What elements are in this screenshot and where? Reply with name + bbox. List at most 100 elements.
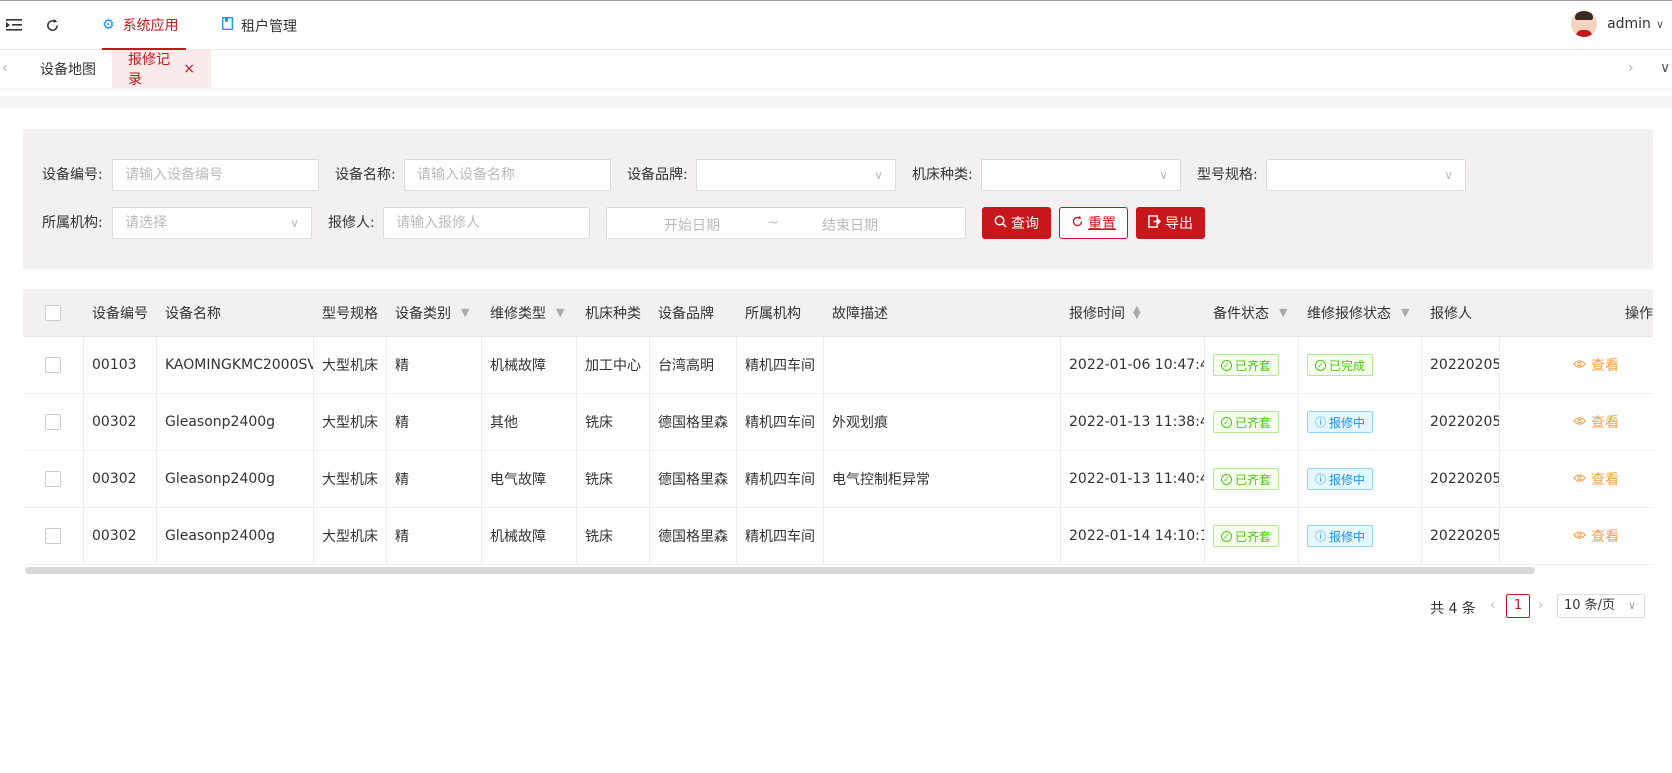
cell-actions: 查看 bbox=[1500, 394, 1653, 450]
tag-device-map[interactable]: 设备地图 bbox=[24, 50, 112, 88]
view-button[interactable]: 查看 bbox=[1573, 526, 1619, 546]
cell-time-text: 2022-01-14 14:10:10 bbox=[1069, 528, 1205, 544]
col-label: 设备品牌 bbox=[658, 305, 714, 322]
cell-machine-type: 铣床 bbox=[577, 508, 650, 564]
badge-label: 已完成 bbox=[1329, 358, 1366, 373]
search-icon bbox=[994, 215, 1007, 232]
date-range-picker[interactable]: 开始日期 ~ 结束日期 bbox=[606, 207, 966, 239]
cell-time: 2022-01-14 14:10:10 bbox=[1061, 508, 1205, 564]
cell-repair-type-text: 机械故障 bbox=[490, 529, 546, 545]
cell-org: 精机四车间 bbox=[737, 451, 824, 507]
cell-device-no: 00103 bbox=[84, 337, 157, 393]
page-number-current[interactable]: 1 bbox=[1506, 594, 1530, 618]
filter-icon[interactable]: ▼ bbox=[1279, 306, 1287, 319]
start-date-placeholder[interactable]: 开始日期 bbox=[664, 215, 720, 235]
cell-device-name: Gleasonp2400g bbox=[157, 451, 314, 507]
query-label: 查询 bbox=[1011, 216, 1039, 232]
horizontal-scrollbar[interactable] bbox=[25, 567, 1535, 574]
device-name-input[interactable]: 请输入设备名称 bbox=[404, 159, 611, 191]
nav-tab-system-apps[interactable]: ⚙ 系统应用 bbox=[102, 1, 186, 50]
cell-repair-status: ⓘ 报修中 bbox=[1299, 394, 1422, 450]
repair-status-badge: ⓘ 报修中 bbox=[1307, 411, 1374, 433]
tag-repair-records[interactable]: 报修记录 × bbox=[112, 50, 211, 88]
cell-device-no-text: 00302 bbox=[92, 471, 137, 487]
row-select-cell bbox=[23, 394, 84, 450]
cell-machine-type-text: 铣床 bbox=[585, 472, 613, 488]
export-label: 导出 bbox=[1165, 216, 1193, 232]
row-checkbox[interactable] bbox=[45, 471, 61, 487]
cell-machine-type-text: 加工中心 bbox=[585, 358, 641, 374]
row-checkbox[interactable] bbox=[45, 528, 61, 544]
eye-icon bbox=[1573, 472, 1586, 487]
query-button[interactable]: 查询 bbox=[982, 207, 1051, 239]
cell-time: 2022-01-13 11:40:46 bbox=[1061, 451, 1205, 507]
cell-reporter-text: 20220205 bbox=[1430, 528, 1500, 544]
cell-parts-status: ✓ 已齐套 bbox=[1205, 508, 1299, 564]
cell-brand-text: 台湾高明 bbox=[658, 358, 714, 374]
cell-repair-type: 机械故障 bbox=[482, 508, 577, 564]
eye-icon bbox=[1573, 358, 1586, 373]
chevron-right-icon[interactable]: › bbox=[1538, 598, 1543, 613]
nav-tab-tenant-management[interactable]: 租户管理 bbox=[222, 1, 297, 50]
brand-select[interactable]: ∨ bbox=[696, 159, 896, 191]
col-machine-type: 机床种类 bbox=[577, 289, 650, 336]
refresh-icon[interactable] bbox=[42, 15, 62, 35]
col-label: 备件状态 bbox=[1213, 305, 1269, 322]
cell-org-text: 精机四车间 bbox=[745, 472, 815, 488]
cell-repair-status: ✓ 已完成 bbox=[1299, 337, 1422, 393]
cell-device-name-text: Gleasonp2400g bbox=[165, 528, 276, 544]
cell-model-text: 大型机床 bbox=[322, 415, 378, 431]
col-label: 型号规格 bbox=[322, 305, 378, 322]
row-checkbox[interactable] bbox=[45, 357, 61, 373]
filter-icon[interactable]: ▼ bbox=[556, 306, 564, 319]
menu-fold-icon[interactable] bbox=[4, 15, 24, 35]
sort-icon[interactable]: ▲ ▼ bbox=[1133, 304, 1141, 320]
cell-model-text: 大型机床 bbox=[322, 529, 378, 545]
page-size-select[interactable]: 10 条/页 ∨ bbox=[1557, 594, 1645, 618]
info-circle-icon: ⓘ bbox=[1315, 416, 1326, 429]
filter-icon[interactable]: ▼ bbox=[1401, 306, 1409, 319]
chevron-left-icon[interactable]: ‹ bbox=[2, 60, 8, 76]
chevron-down-icon[interactable]: ∨ bbox=[1660, 60, 1670, 76]
cell-repair-type-text: 机械故障 bbox=[490, 358, 546, 374]
col-time: 报修时间 ▲ ▼ bbox=[1061, 289, 1205, 336]
close-icon[interactable]: × bbox=[183, 61, 195, 77]
reporter-input[interactable]: 请输入报修人 bbox=[383, 207, 590, 239]
repair-status-badge: ⓘ 报修中 bbox=[1307, 468, 1374, 490]
cell-org-text: 精机四车间 bbox=[745, 358, 815, 374]
cell-reporter: 20220205 bbox=[1422, 394, 1500, 450]
cell-fault-text: 外观划痕 bbox=[832, 415, 888, 431]
filter-icon[interactable]: ▼ bbox=[461, 306, 469, 319]
view-button[interactable]: 查看 bbox=[1573, 412, 1619, 432]
cell-fault: 外观划痕 bbox=[824, 394, 1061, 450]
row-checkbox[interactable] bbox=[45, 414, 61, 430]
device-name-label: 设备名称: bbox=[335, 167, 396, 183]
cell-brand-text: 德国格里森 bbox=[658, 472, 728, 488]
col-label: 设备类别 bbox=[395, 305, 451, 322]
cell-parts-status: ✓ 已齐套 bbox=[1205, 394, 1299, 450]
avatar bbox=[1571, 11, 1598, 37]
org-select[interactable]: 请选择 ∨ bbox=[112, 207, 312, 239]
chevron-right-icon[interactable]: › bbox=[1628, 60, 1634, 76]
user-menu[interactable]: admin ∨ bbox=[1571, 11, 1664, 37]
end-date-placeholder[interactable]: 结束日期 bbox=[822, 215, 878, 235]
cell-parts-status: ✓ 已齐套 bbox=[1205, 337, 1299, 393]
view-button[interactable]: 查看 bbox=[1573, 469, 1619, 489]
cell-category-text: 精 bbox=[395, 472, 409, 488]
chevron-left-icon[interactable]: ‹ bbox=[1490, 598, 1495, 613]
refresh-icon bbox=[1071, 215, 1084, 232]
cell-category: 精 bbox=[387, 337, 482, 393]
model-select[interactable]: ∨ bbox=[1266, 159, 1466, 191]
cell-device-no-text: 00103 bbox=[92, 357, 137, 373]
export-icon bbox=[1148, 214, 1162, 232]
view-button[interactable]: 查看 bbox=[1573, 355, 1619, 375]
export-button[interactable]: 导出 bbox=[1136, 207, 1205, 239]
device-no-input[interactable]: 请输入设备编号 bbox=[112, 159, 319, 191]
device-no-placeholder: 请输入设备编号 bbox=[125, 167, 223, 183]
cell-repair-type-text: 其他 bbox=[490, 415, 518, 431]
machine-type-select[interactable]: ∨ bbox=[981, 159, 1181, 191]
select-all-checkbox[interactable] bbox=[45, 304, 61, 321]
table-row: 00103 KAOMINGKMC2000SV 大型机床 精 机械故障 加工中心 台湾高明 精机… bbox=[23, 337, 1653, 394]
reset-button[interactable]: 重置 bbox=[1059, 207, 1128, 239]
cell-reporter: 20220205 bbox=[1422, 508, 1500, 564]
